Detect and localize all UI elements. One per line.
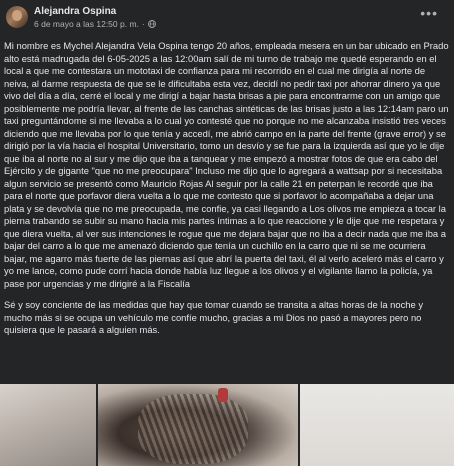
post-media <box>0 384 454 466</box>
photo-detail <box>218 388 228 402</box>
globe-icon[interactable] <box>147 20 156 28</box>
more-options-icon[interactable]: ••• <box>420 6 438 20</box>
post-timestamp[interactable]: 6 de mayo a las 12:50 p. m. <box>34 19 139 29</box>
post-paragraph: Sé y soy conciente de las medidas que ha… <box>4 299 424 335</box>
post-meta: 6 de mayo a las 12:50 p. m. · <box>34 19 156 29</box>
author-avatar[interactable] <box>6 6 28 28</box>
meta-separator: · <box>141 19 145 29</box>
post-text: Mi nombre es Mychel Alejandra Vela Ospin… <box>4 40 450 346</box>
post-photo[interactable] <box>98 384 298 466</box>
post-photo[interactable] <box>0 384 96 466</box>
author-name[interactable]: Alejandra Ospina <box>34 6 116 17</box>
post-photo[interactable] <box>300 384 454 466</box>
post-paragraph: Mi nombre es Mychel Alejandra Vela Ospin… <box>4 40 449 289</box>
post-header: Alejandra Ospina 6 de mayo a las 12:50 p… <box>0 0 454 38</box>
